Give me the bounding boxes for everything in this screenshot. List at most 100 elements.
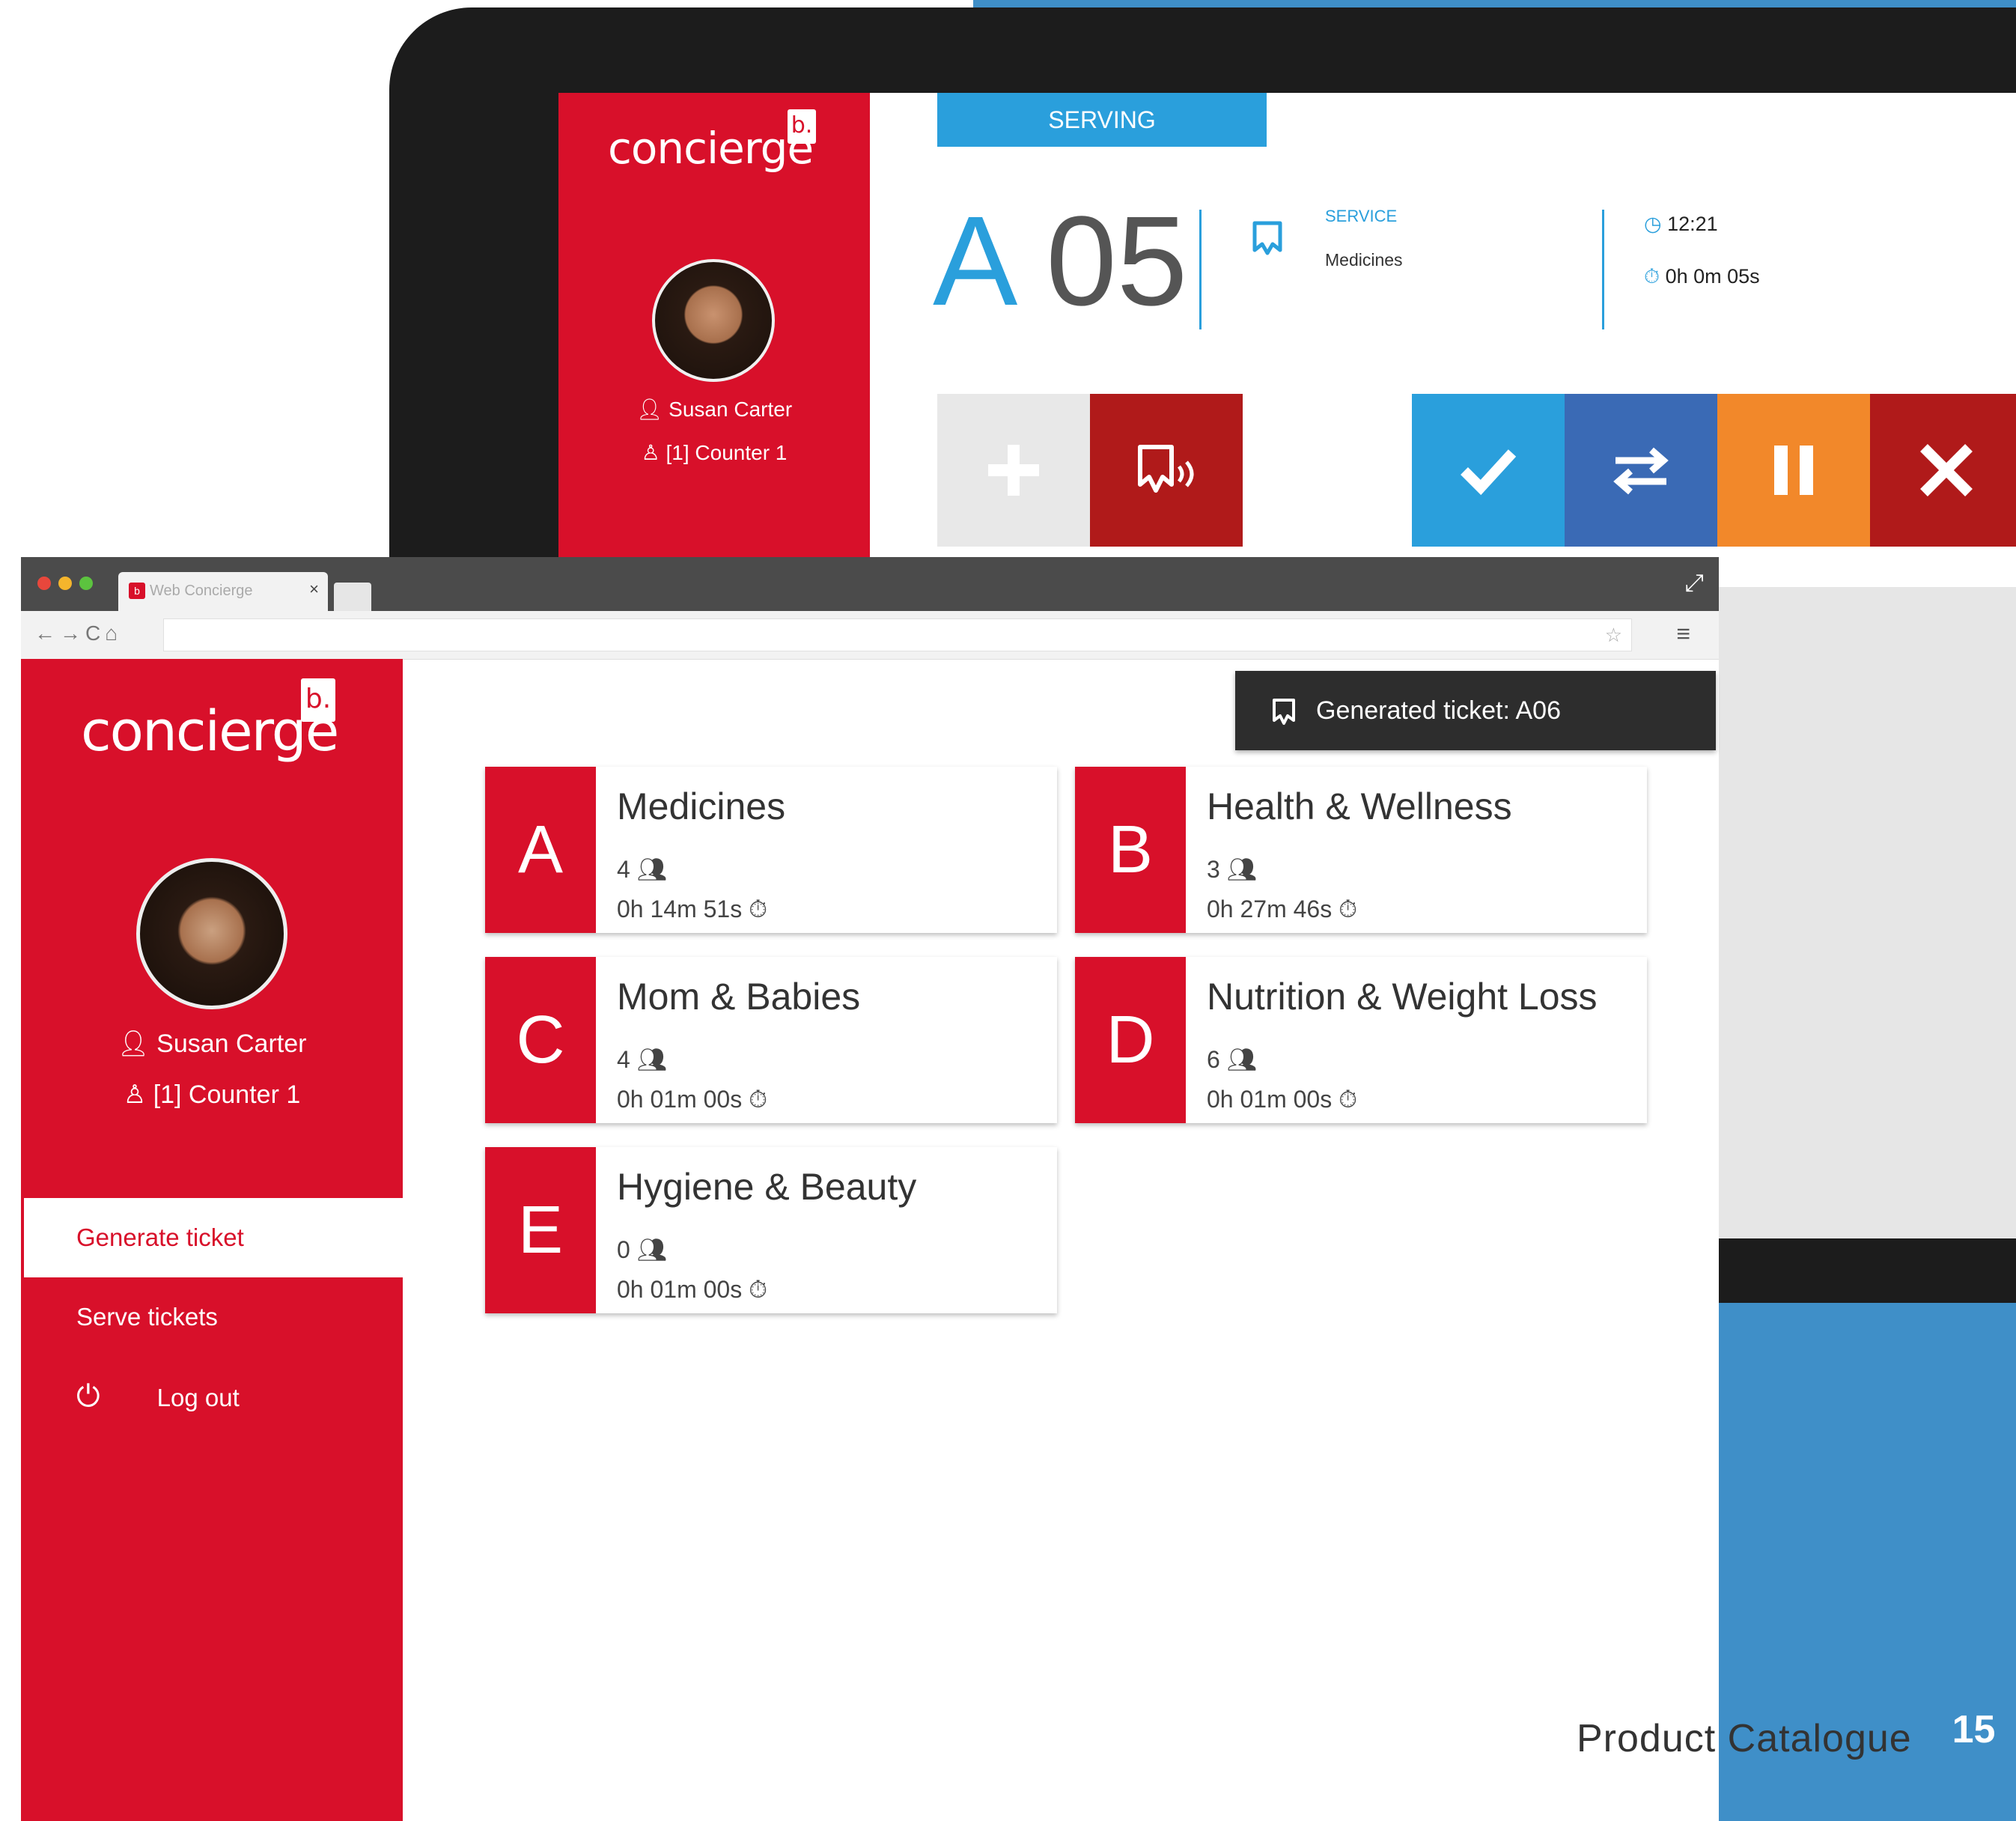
service-card-a[interactable]: A Medicines 4 👥︎ 0h 14m 51s ⏱︎ [485, 767, 1057, 933]
sidebar: concierge b. 👤︎ Susan Carter ♙ [1] Count… [21, 659, 403, 1821]
service-card-e[interactable]: E Hygiene & Beauty 0 👥︎ 0h 01m 00s ⏱︎ [485, 1147, 1057, 1313]
user-name: 👤︎ Susan Carter [558, 397, 870, 422]
avatar [652, 259, 775, 382]
divider [1602, 210, 1604, 329]
back-icon[interactable]: ← [34, 621, 60, 645]
waiting-count-value: 3 [1207, 856, 1220, 883]
browser-menu-icon[interactable]: ≡ [1676, 620, 1690, 648]
browser-tab-bar: b Web Concierge × ⤢ [21, 557, 1719, 611]
complete-button[interactable] [1412, 394, 1565, 547]
user-name-text: Susan Carter [156, 1030, 307, 1058]
wait-time-value: 0h 01m 00s [1207, 1086, 1333, 1113]
sidebar-item-label: Log out [156, 1384, 240, 1411]
ticket-letter: A [933, 190, 1011, 332]
sidebar-item-label: Serve tickets [76, 1303, 218, 1331]
add-button[interactable] [937, 394, 1090, 547]
waiting-count: 6 👥︎ [1207, 1045, 1257, 1074]
call-again-icon [1138, 445, 1194, 493]
footer-title: Product Catalogue [1577, 1717, 1912, 1760]
stopwatch-icon: ⏱︎ [749, 1276, 768, 1303]
waiting-count-value: 6 [1207, 1046, 1220, 1073]
counter-name: ♙ [1] Counter 1 [558, 440, 870, 465]
cancel-button[interactable] [1870, 394, 2016, 547]
waiting-count: 4 👥︎ [617, 855, 667, 884]
home-icon[interactable]: ⌂ [105, 621, 122, 645]
toast-text: Generated ticket: A06 [1316, 696, 1561, 725]
waiting-count-value: 4 [617, 856, 630, 883]
service-letter: D [1075, 957, 1186, 1123]
sidebar-item-generate-ticket[interactable]: Generate ticket [24, 1198, 403, 1277]
people-icon: 👥︎ [1226, 1046, 1258, 1073]
url-input[interactable]: ☆ [163, 618, 1632, 651]
waiting-count-value: 0 [617, 1236, 630, 1263]
ticket-icon [1271, 671, 1297, 750]
people-icon: 👥︎ [1226, 856, 1258, 883]
waiting-count-value: 4 [617, 1046, 630, 1073]
forward-icon[interactable]: → [60, 621, 85, 645]
wait-time: 0h 27m 46s ⏱︎ [1207, 896, 1357, 924]
service-card-b[interactable]: B Health & Wellness 3 👥︎ 0h 27m 46s ⏱︎ [1075, 767, 1647, 933]
service-name: Health & Wellness [1207, 785, 1512, 827]
close-icon [1920, 444, 1973, 496]
page-number: 15 [1931, 1700, 2016, 1760]
sidebar-item-serve-tickets[interactable]: Serve tickets [24, 1277, 403, 1357]
tab-title: Web Concierge [150, 583, 253, 599]
minimize-window-button[interactable] [58, 577, 72, 590]
wait-time-value: 0h 01m 00s [617, 1086, 743, 1113]
transfer-button[interactable] [1565, 394, 1717, 547]
wait-time-value: 0h 14m 51s [617, 896, 743, 922]
tab-serving[interactable]: SERVING [937, 93, 1267, 147]
current-ticket: A 05 [933, 198, 1187, 325]
user-icon: 👤︎ [636, 398, 669, 421]
counter-icon: ♙ [641, 441, 666, 464]
logo-badge: b. [788, 109, 816, 144]
new-tab-button[interactable] [334, 583, 371, 611]
tab-close-icon[interactable]: × [309, 580, 319, 599]
call-again-button[interactable] [1090, 394, 1243, 547]
power-icon: ⏻︎ [76, 1380, 100, 1413]
clock-icon: ◷ [1644, 213, 1668, 235]
service-label: SERVICE [1325, 207, 1398, 225]
service-card-d[interactable]: D Nutrition & Weight Loss 6 👥︎ 0h 01m 00… [1075, 957, 1647, 1123]
pause-button[interactable] [1717, 394, 1870, 547]
address-bar: ←→C⌂ ☆ ≡ [21, 611, 1719, 660]
sidebar-item-label: Generate ticket [76, 1223, 244, 1251]
service-name: Nutrition & Weight Loss [1207, 976, 1598, 1018]
logo-badge: b. [301, 678, 335, 722]
service-name: Medicines [1325, 250, 1403, 270]
stopwatch-icon: ⏱︎ [749, 896, 768, 922]
service-letter: B [1075, 767, 1186, 933]
user-name-text: Susan Carter [669, 398, 793, 421]
favicon-icon: b [129, 583, 145, 599]
stopwatch-icon: ⏱︎ [1339, 1086, 1358, 1113]
service-letter: E [485, 1147, 596, 1313]
wait-time-value: 0h 27m 46s [1207, 896, 1333, 922]
divider [1199, 210, 1202, 329]
browser-tab[interactable]: b Web Concierge × [118, 572, 328, 611]
wait-time: 0h 14m 51s ⏱︎ [617, 896, 767, 924]
maximize-window-button[interactable] [79, 577, 93, 590]
people-icon: 👥︎ [636, 856, 668, 883]
counter-text: [1] Counter 1 [666, 441, 788, 464]
main-content: Generated ticket: A06 A Medicines 4 👥︎ 0… [403, 659, 1719, 1821]
app-logo: concierge [81, 699, 339, 764]
bookmark-star-icon[interactable]: ☆ [1605, 624, 1622, 647]
people-icon: 👥︎ [636, 1046, 668, 1073]
people-icon: 👥︎ [636, 1236, 668, 1263]
service-name: Hygiene & Beauty [617, 1166, 917, 1208]
wait-time: 0h 01m 00s ⏱︎ [617, 1086, 767, 1114]
wait-time-value: 0h 01m 00s [617, 1276, 743, 1303]
fullscreen-icon[interactable]: ⤢ [1684, 569, 1704, 598]
service-letter: A [485, 767, 596, 933]
service-card-c[interactable]: C Mom & Babies 4 👥︎ 0h 01m 00s ⏱︎ [485, 957, 1057, 1123]
check-icon [1461, 449, 1517, 496]
add-icon [988, 445, 1039, 496]
pause-icon [1774, 446, 1813, 495]
sidebar-item-log-out[interactable]: ⏻︎ Log out [24, 1357, 403, 1436]
ticket-icon [1250, 220, 1285, 261]
browser-window: b Web Concierge × ⤢ ←→C⌂ ☆ ≡ concierge b… [21, 557, 1719, 1821]
logo-text: concierge [81, 699, 339, 764]
close-window-button[interactable] [37, 577, 51, 590]
reload-icon[interactable]: C [85, 621, 105, 645]
counter-icon: ♙ [123, 1080, 153, 1109]
